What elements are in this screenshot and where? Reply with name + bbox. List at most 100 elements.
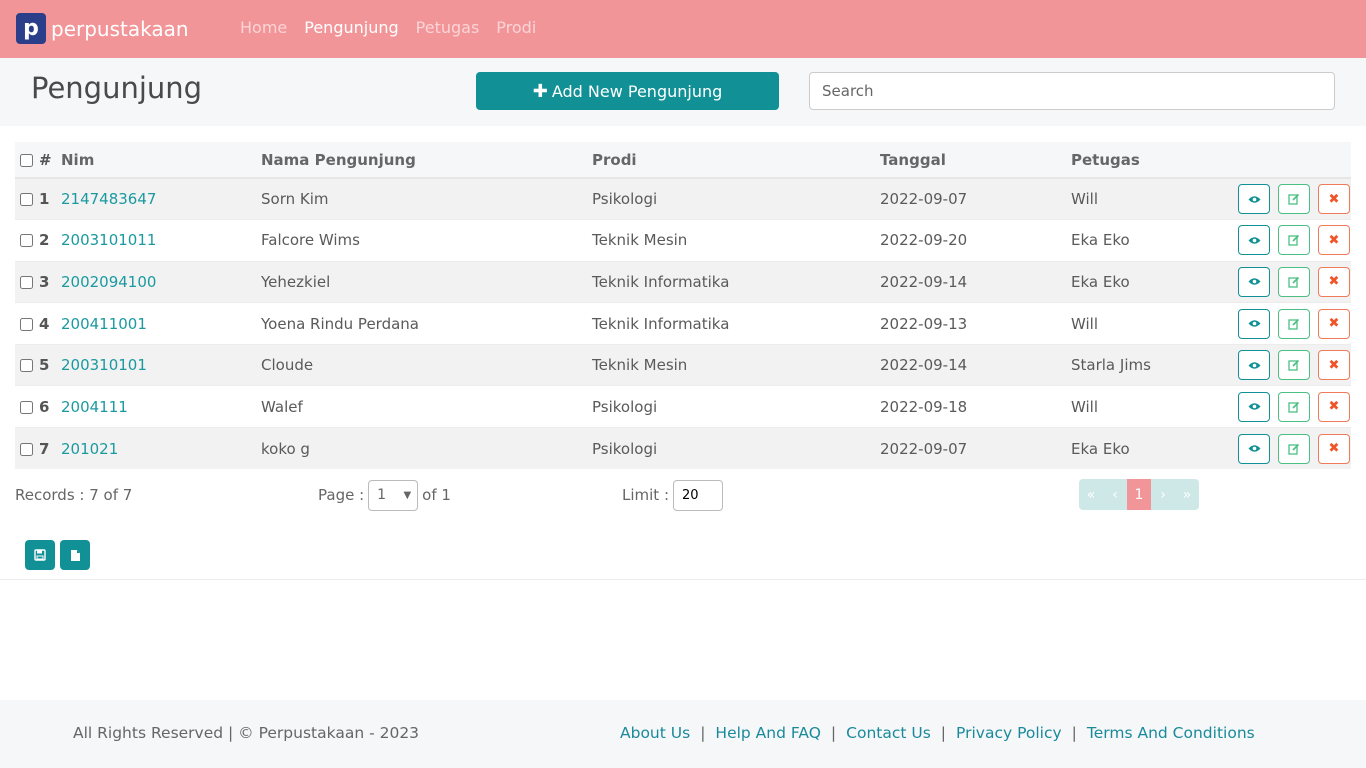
edit-button[interactable] xyxy=(1278,266,1311,297)
eye-icon xyxy=(1248,320,1261,327)
nim-link[interactable]: 201021 xyxy=(61,440,118,458)
col-nim[interactable]: Nim xyxy=(61,142,261,178)
nim-link[interactable]: 2002094100 xyxy=(61,273,156,291)
delete-button[interactable]: ✖ xyxy=(1318,391,1350,422)
delete-button[interactable]: ✖ xyxy=(1318,350,1350,381)
row-checkbox[interactable] xyxy=(20,400,33,414)
save-button[interactable] xyxy=(25,540,55,570)
nama-cell: Sorn Kim xyxy=(261,190,329,209)
export-file-button[interactable] xyxy=(60,540,90,570)
search-input[interactable] xyxy=(809,72,1335,110)
brand-text: perpustakaan xyxy=(51,16,189,41)
row-number: 4 xyxy=(39,314,50,333)
next-page-button[interactable]: › xyxy=(1151,479,1175,510)
row-checkbox[interactable] xyxy=(20,234,33,248)
table-header-row: # Nim Nama Pengunjung Prodi Tanggal Petu… xyxy=(15,142,1351,178)
col-petugas[interactable]: Petugas xyxy=(1071,142,1231,178)
page-header: Pengunjung ✚ Add New Pengunjung xyxy=(0,58,1366,126)
export-toolbar xyxy=(25,540,90,570)
prev-page-button[interactable]: ‹ xyxy=(1103,479,1127,510)
delete-button[interactable]: ✖ xyxy=(1318,225,1350,256)
delete-button[interactable]: ✖ xyxy=(1318,266,1350,297)
eye-icon xyxy=(1248,445,1261,452)
footer-link-privacy[interactable]: Privacy Policy xyxy=(956,724,1062,742)
delete-button[interactable]: ✖ xyxy=(1318,433,1350,464)
edit-button[interactable] xyxy=(1278,350,1311,381)
tanggal-cell: 2022-09-07 xyxy=(880,439,968,458)
nim-link[interactable]: 200411001 xyxy=(61,315,147,333)
eye-icon xyxy=(1248,278,1261,286)
footer-link-about[interactable]: About Us xyxy=(620,724,690,742)
page-1-button[interactable]: 1 xyxy=(1127,479,1151,510)
edit-button[interactable] xyxy=(1278,225,1311,256)
nim-link[interactable]: 2004111 xyxy=(61,398,128,416)
table-row: 6 2004111 Walef Psikologi 2022-09-18 Wil… xyxy=(15,385,1351,428)
last-page-button[interactable]: » xyxy=(1175,479,1199,510)
edit-button[interactable] xyxy=(1278,433,1311,464)
view-button[interactable] xyxy=(1238,391,1271,422)
nim-link[interactable]: 2147483647 xyxy=(61,190,156,208)
nim-link[interactable]: 2003101011 xyxy=(61,231,156,249)
view-button[interactable] xyxy=(1238,225,1271,256)
first-page-button[interactable]: « xyxy=(1079,479,1103,510)
row-checkbox[interactable] xyxy=(20,275,33,289)
row-checkbox[interactable] xyxy=(20,442,33,456)
nama-cell: Yehezkiel xyxy=(261,272,331,291)
view-button[interactable] xyxy=(1238,184,1271,215)
row-checkbox[interactable] xyxy=(20,317,33,331)
nav-link-pengunjung[interactable]: Pengunjung xyxy=(304,18,398,37)
table-row: 3 2002094100 Yehezkiel Teknik Informatik… xyxy=(15,261,1351,303)
col-nama[interactable]: Nama Pengunjung xyxy=(261,142,592,178)
row-checkbox[interactable] xyxy=(20,359,33,373)
nav-link-home[interactable]: Home xyxy=(240,18,287,37)
petugas-cell: Will xyxy=(1071,397,1099,416)
page-select[interactable]: 1 ▼ xyxy=(368,479,419,511)
footer-links: About Us | Help And FAQ | Contact Us | P… xyxy=(620,724,1255,742)
limit-input[interactable] xyxy=(673,479,724,511)
tanggal-cell: 2022-09-07 xyxy=(880,190,968,209)
eye-icon xyxy=(1248,403,1261,411)
footer-link-terms[interactable]: Terms And Conditions xyxy=(1087,724,1255,742)
select-all-checkbox[interactable] xyxy=(20,153,33,167)
petugas-cell: Will xyxy=(1071,314,1099,333)
table-row: 1 2147483647 Sorn Kim Psikologi 2022-09-… xyxy=(15,178,1351,220)
view-button[interactable] xyxy=(1238,350,1271,381)
table-row: 5 200310101 Cloude Teknik Mesin 2022-09-… xyxy=(15,344,1351,386)
file-icon xyxy=(70,549,80,561)
view-button[interactable] xyxy=(1238,433,1271,464)
plus-icon: ✚ xyxy=(532,80,548,102)
brand[interactable]: p perpustakaan xyxy=(16,13,189,44)
nama-cell: koko g xyxy=(261,439,310,458)
brand-logo-icon: p xyxy=(16,13,46,44)
view-button[interactable] xyxy=(1238,308,1271,339)
nav-links: Home Pengunjung Petugas Prodi xyxy=(240,18,536,37)
separator: | xyxy=(940,724,947,742)
separator: | xyxy=(830,724,837,742)
delete-button[interactable]: ✖ xyxy=(1318,184,1350,215)
col-tanggal[interactable]: Tanggal xyxy=(880,142,1071,178)
footer-link-contact[interactable]: Contact Us xyxy=(846,724,931,742)
add-pengunjung-button[interactable]: ✚ Add New Pengunjung xyxy=(476,72,779,110)
edit-button[interactable] xyxy=(1278,391,1311,422)
tanggal-cell: 2022-09-14 xyxy=(880,272,968,291)
footer-link-help[interactable]: Help And FAQ xyxy=(715,724,820,742)
nav-link-petugas[interactable]: Petugas xyxy=(416,18,480,37)
view-button[interactable] xyxy=(1238,266,1271,297)
edit-button[interactable] xyxy=(1278,308,1311,339)
delete-button[interactable]: ✖ xyxy=(1318,308,1350,339)
prodi-cell: Teknik Informatika xyxy=(592,314,730,333)
edit-button[interactable] xyxy=(1278,184,1311,215)
nim-link[interactable]: 200310101 xyxy=(61,356,147,374)
prodi-cell: Psikologi xyxy=(592,190,658,209)
edit-icon xyxy=(1288,235,1300,247)
pengunjung-table: # Nim Nama Pengunjung Prodi Tanggal Petu… xyxy=(15,142,1351,470)
nama-cell: Cloude xyxy=(261,356,314,375)
nama-cell: Falcore Wims xyxy=(261,231,360,250)
row-checkbox[interactable] xyxy=(20,193,33,207)
page-of-label: of 1 xyxy=(422,486,451,504)
separator: | xyxy=(1071,724,1077,742)
nav-link-prodi[interactable]: Prodi xyxy=(496,18,536,37)
tanggal-cell: 2022-09-14 xyxy=(880,356,968,375)
col-prodi[interactable]: Prodi xyxy=(592,142,880,178)
table-row: 2 2003101011 Falcore Wims Teknik Mesin 2… xyxy=(15,219,1351,262)
